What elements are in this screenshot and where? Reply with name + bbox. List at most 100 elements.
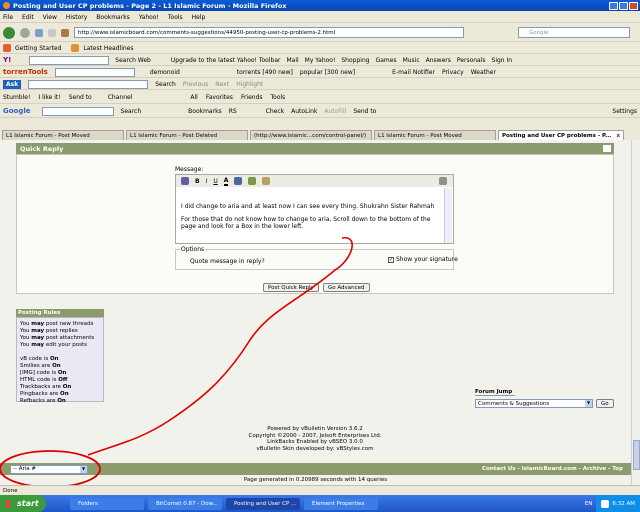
ask-highlight-button[interactable]: Highlight (236, 81, 263, 88)
yahoo-search-input[interactable] (29, 55, 110, 65)
tools-button[interactable]: Tools (271, 94, 286, 101)
like-button[interactable]: I like it! (38, 94, 60, 101)
google-autofill-button[interactable]: AutoFill (324, 108, 346, 115)
windows-logo-icon (6, 499, 14, 508)
minimize-button[interactable] (609, 1, 618, 10)
all-button[interactable]: All (190, 94, 197, 101)
taskbar-item-folders[interactable]: Folders (70, 497, 144, 510)
search-input[interactable]: Google (518, 27, 630, 38)
rss-icon (71, 44, 80, 52)
google-settings-button[interactable]: Settings (612, 108, 640, 115)
torrent-count[interactable]: torrents [490 new] (237, 69, 293, 76)
stumble-button[interactable]: Stumble! (3, 94, 30, 101)
tab-control-panel[interactable]: (http://www.islamic...com/control-panel/… (250, 130, 372, 140)
menu-edit[interactable]: Edit (22, 14, 34, 21)
stumbleupon-toolbar: Stumble! I like it! Send to Channel All … (0, 91, 640, 104)
yahoo-music[interactable]: Music (403, 57, 420, 64)
yahoo-shopping[interactable]: Shopping (341, 57, 369, 64)
menu-file[interactable]: File (3, 14, 13, 21)
ask-toolbar: Ask Search Previous Next Highlight (0, 79, 640, 90)
clock: 6:32 AM (612, 500, 635, 507)
ask-search-input[interactable] (28, 79, 149, 89)
scrollbar-thumb[interactable] (633, 440, 640, 470)
send-to-button[interactable]: Send to (69, 94, 92, 101)
privacy-button[interactable]: Privacy (442, 69, 464, 76)
google-sendto-button[interactable]: Send to (353, 108, 376, 115)
google-autolink-button[interactable]: AutoLink (291, 108, 317, 115)
menu-view[interactable]: View (43, 14, 57, 21)
menu-bookmarks[interactable]: Bookmarks (96, 14, 130, 21)
friends-button[interactable]: Friends (241, 94, 263, 101)
url-bar[interactable]: http://www.islamicboard.com/comments-sug… (74, 27, 464, 38)
navigation-bar: http://www.islamicboard.com/comments-sug… (0, 24, 640, 42)
taskbar-item-firefox[interactable]: Posting and User CP ... (226, 497, 300, 510)
back-icon[interactable] (3, 26, 15, 39)
torrent-popular[interactable]: popular [300 new] (300, 69, 355, 76)
taskbar-item-element-properties[interactable]: Element Properties (304, 497, 378, 510)
yahoo-personals[interactable]: Personals (457, 57, 486, 64)
google-logo[interactable]: Google (3, 107, 31, 115)
google-rs-button[interactable]: RS (229, 108, 237, 115)
start-button[interactable]: start (0, 495, 46, 512)
annotation-overlay (0, 237, 353, 485)
torrentools-logo[interactable]: torrenTools (3, 68, 48, 76)
favorites-button[interactable]: Favorites (206, 94, 233, 101)
bookmark-getting-started[interactable]: Getting Started (3, 44, 61, 52)
ask-search-button[interactable]: Search (155, 81, 176, 88)
taskbar-item-bitcomet[interactable]: BitComet 0.87 - Dow... (148, 497, 222, 510)
menu-yahoo[interactable]: Yahoo! (139, 14, 159, 21)
status-bar: Done (0, 485, 640, 495)
window-title: Posting and User CP problems - Page 2 - … (13, 1, 287, 10)
page-scrollbar[interactable] (631, 140, 640, 485)
tab-post-moved-1[interactable]: L1 Islamic Forum - Post Moved (2, 130, 124, 140)
page-content: Quick Reply Message: B I U A I did chang… (0, 140, 631, 485)
tray-icon[interactable] (601, 499, 610, 508)
torrent-toolbar: torrenTools demonoid torrents [490 new] … (0, 67, 640, 78)
menu-history[interactable]: History (66, 14, 87, 21)
close-tab-icon[interactable]: x (616, 133, 620, 139)
windows-taskbar: start Folders BitComet 0.87 - Dow... Pos… (0, 495, 640, 512)
menu-tools[interactable]: Tools (168, 14, 183, 21)
bookmark-latest-headlines[interactable]: Latest Headlines (71, 44, 133, 52)
forward-icon[interactable] (20, 27, 30, 38)
weather-button[interactable]: Weather (471, 69, 496, 76)
yahoo-upgrade-link[interactable]: Upgrade to the latest Yahoo! Toolbar (171, 57, 281, 64)
google-check-button[interactable]: Check (266, 108, 284, 115)
yahoo-answers[interactable]: Answers (426, 57, 451, 64)
search-placeholder: Google (529, 29, 549, 36)
tab-post-moved-2[interactable]: L1 Islamic Forum - Post Moved (374, 130, 496, 140)
google-search-input[interactable] (41, 106, 114, 116)
ask-next-button[interactable]: Next (215, 81, 229, 88)
stop-icon[interactable] (48, 28, 56, 37)
torrent-user[interactable]: demonoid (150, 69, 180, 76)
yahoo-games[interactable]: Games (376, 57, 397, 64)
yahoo-search-button[interactable]: Search Web (115, 57, 151, 64)
yahoo-sign-in[interactable]: Sign In (492, 57, 513, 64)
email-notifier[interactable]: E-mail Notifier (392, 69, 435, 76)
ask-previous-button[interactable]: Previous (183, 81, 208, 88)
google-toolbar: Google Search Bookmarks RS Check AutoLin… (0, 105, 640, 118)
tab-posting-problems[interactable]: Posting and User CP problems - P... x (498, 130, 624, 140)
status-text: Done (3, 487, 18, 494)
google-bookmarks-button[interactable]: Bookmarks (188, 108, 222, 115)
url-text: http://www.islamicboard.com/comments-sug… (78, 29, 336, 36)
home-icon[interactable] (61, 28, 69, 37)
close-button[interactable] (629, 1, 638, 10)
maximize-button[interactable] (619, 1, 628, 10)
bookmark-icon (3, 44, 11, 52)
ask-logo[interactable]: Ask (3, 79, 22, 89)
yahoo-logo[interactable]: Y! (3, 56, 11, 64)
reload-icon[interactable] (35, 28, 43, 37)
firefox-icon (3, 2, 10, 9)
menu-help[interactable]: Help (192, 14, 206, 21)
yahoo-my[interactable]: My Yahoo! (305, 57, 336, 64)
menu-bar: File Edit View History Bookmarks Yahoo! … (0, 12, 640, 23)
torrent-search-input[interactable] (54, 67, 135, 77)
language-indicator[interactable]: EN (585, 501, 593, 507)
yahoo-mail[interactable]: Mail (286, 57, 298, 64)
channel-button[interactable]: Channel (108, 94, 133, 101)
annotation-arrow-line (87, 237, 353, 456)
window-title-bar: Posting and User CP problems - Page 2 - … (0, 0, 640, 11)
tab-post-deleted[interactable]: L1 Islamic Forum - Post Deleted (126, 130, 248, 140)
google-search-button[interactable]: Search (121, 108, 142, 115)
